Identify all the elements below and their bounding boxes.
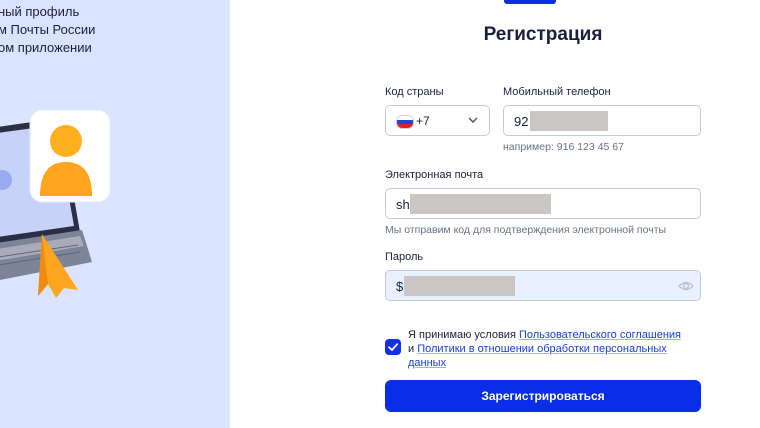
consent-text: Я принимаю условия Пользовательского сог… bbox=[408, 328, 688, 370]
chevron-down-icon bbox=[468, 117, 478, 123]
phone-input[interactable]: 92 bbox=[503, 105, 701, 136]
phone-hint: например: 916 123 45 67 bbox=[503, 141, 624, 153]
eye-icon[interactable] bbox=[678, 279, 694, 293]
consent-prefix: Я принимаю условия bbox=[408, 329, 519, 341]
user-agreement-link[interactable]: Пользовательского соглашения bbox=[519, 329, 681, 341]
top-accent-strip bbox=[504, 0, 556, 4]
email-input[interactable]: sh bbox=[385, 188, 701, 219]
russia-flag-icon bbox=[396, 115, 414, 129]
promo-panel: ный профиль м Почты России ом приложении bbox=[0, 0, 230, 428]
email-hint: Мы отправим код для подтверждения электр… bbox=[385, 224, 667, 236]
laptop-profile-illustration bbox=[0, 109, 111, 298]
country-code-label: Код страны bbox=[385, 86, 444, 98]
consent-conjunction: и bbox=[408, 343, 418, 355]
privacy-policy-link[interactable]: Политики в отношении обработки персональ… bbox=[408, 343, 667, 369]
country-code-value: +7 bbox=[416, 114, 430, 128]
redacted-block bbox=[404, 276, 515, 296]
country-code-select[interactable]: +7 bbox=[385, 105, 490, 136]
phone-value: 92 bbox=[514, 114, 529, 129]
email-label: Электронная почта bbox=[385, 169, 484, 181]
email-value: sh bbox=[396, 197, 410, 212]
register-button[interactable]: Зарегистрироваться bbox=[385, 380, 701, 412]
profile-card-icon bbox=[29, 109, 111, 203]
checkmark-icon bbox=[388, 343, 399, 351]
password-label: Пароль bbox=[385, 251, 424, 263]
redacted-block bbox=[410, 194, 551, 214]
password-input[interactable]: $ bbox=[385, 270, 701, 301]
phone-label: Мобильный телефон bbox=[503, 86, 611, 98]
password-value: $ bbox=[396, 279, 404, 294]
consent-checkbox[interactable] bbox=[385, 339, 401, 355]
page-title: Регистрация bbox=[483, 24, 603, 45]
redacted-block bbox=[530, 111, 608, 131]
